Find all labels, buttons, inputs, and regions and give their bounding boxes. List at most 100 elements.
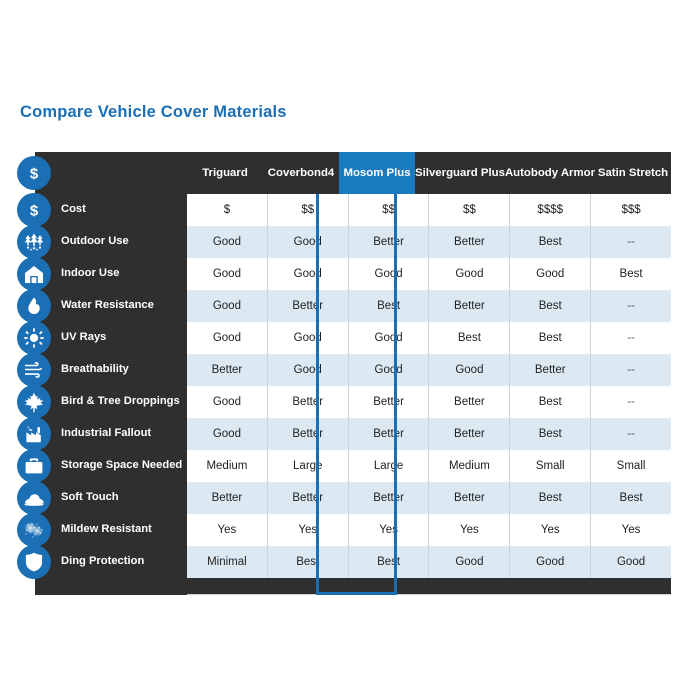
shield-icon [17, 545, 51, 579]
cell-5-2: Good [348, 354, 430, 386]
row-label-cell-8: Storage Space Needed [17, 449, 187, 483]
cell-7-5: -- [591, 418, 671, 450]
cell-6-5: -- [591, 386, 671, 418]
column-header-1[interactable]: Coverbond4 [263, 152, 340, 194]
row-label: Storage Space Needed [61, 459, 183, 472]
svg-text:$: $ [30, 203, 39, 220]
cell-0-1: $$ [267, 194, 349, 226]
cell-1-0: Good [187, 226, 268, 258]
cell-9-4: Best [510, 482, 592, 514]
cell-9-2: Better [348, 482, 430, 514]
water-drop-icon [17, 289, 51, 323]
cell-11-1: Best [267, 546, 349, 578]
storage-bag-icon [17, 449, 51, 483]
garage-home-icon [17, 257, 51, 291]
column-header-2[interactable]: Mosom Plus [339, 152, 416, 194]
cell-11-2: Best [348, 546, 430, 578]
factory-icon [17, 417, 51, 451]
table-bottom-edge [187, 594, 671, 595]
cell-1-1: Good [267, 226, 349, 258]
row-label: Cost [61, 203, 86, 216]
cell-0-2: $$ [348, 194, 430, 226]
cell-11-3: Good [429, 546, 511, 578]
table-row: Storage Space Needed Medium Large Large Medi… [17, 449, 671, 483]
table-row: Water Resistance Good Better Best Better Best… [17, 289, 671, 323]
cell-6-2: Better [348, 386, 430, 418]
cell-7-1: Better [267, 418, 349, 450]
cell-5-0: Better [187, 354, 268, 386]
cell-7-2: Better [348, 418, 430, 450]
cell-2-0: Good [187, 258, 268, 290]
cell-8-4: Small [510, 450, 592, 482]
cell-8-5: Small [591, 450, 671, 482]
cell-10-3: Yes [429, 514, 511, 546]
row-label-cell-4: UV Rays [17, 321, 187, 355]
table-corner-cell: $ [17, 152, 187, 194]
leaf-icon [17, 385, 51, 419]
cell-5-1: Good [267, 354, 349, 386]
table-row: Soft Touch Better Better Better Better Best Be… [17, 481, 671, 515]
cell-3-1: Better [267, 290, 349, 322]
cell-7-4: Best [510, 418, 592, 450]
trees-icon [17, 225, 51, 259]
sun-icon [17, 321, 51, 355]
column-header-4[interactable]: Autobody Armor [504, 152, 595, 194]
row-label: UV Rays [61, 331, 107, 344]
table-row: Bird & Tree Droppings Good Better Better Bet… [17, 385, 671, 419]
cell-1-3: Better [429, 226, 511, 258]
cell-6-4: Best [510, 386, 592, 418]
row-label: Breathability [61, 363, 129, 376]
cell-10-5: Yes [591, 514, 671, 546]
cell-10-2: Yes [348, 514, 430, 546]
cell-6-1: Better [267, 386, 349, 418]
cell-3-4: Best [510, 290, 592, 322]
table-body: $ Triguard Coverbond4 Mosom Plus Silverguard… [17, 152, 672, 579]
cell-8-2: Large [348, 450, 430, 482]
row-label-cell-11: Ding Protection [17, 545, 187, 579]
cell-10-4: Yes [510, 514, 592, 546]
cell-4-2: Good [348, 322, 430, 354]
cell-4-4: Best [510, 322, 592, 354]
cell-11-5: Good [591, 546, 671, 578]
row-label-cell-10: Mildew Resistant [17, 513, 187, 547]
cell-2-4: Good [510, 258, 592, 290]
row-label-cell-3: Water Resistance [17, 289, 187, 323]
table-row: Ding Protection Minimal Best Best Good Good Go… [17, 545, 671, 579]
page-title: Compare Vehicle Cover Materials [20, 103, 287, 121]
cell-3-0: Good [187, 290, 268, 322]
row-label-cell-2: Indoor Use [17, 257, 187, 291]
cell-3-3: Better [429, 290, 511, 322]
row-label: Indoor Use [61, 267, 120, 280]
cell-5-4: Better [510, 354, 592, 386]
row-label-cell-6: Bird & Tree Droppings [17, 385, 187, 419]
cell-0-3: $$ [429, 194, 511, 226]
wind-icon [17, 353, 51, 387]
cell-3-5: -- [591, 290, 671, 322]
cell-5-3: Good [429, 354, 511, 386]
row-label: Industrial Fallout [61, 427, 152, 440]
dollar-icon: $ [17, 193, 51, 227]
table-row: Breathability Better Good Good Good Better -- [17, 353, 671, 387]
cell-4-5: -- [591, 322, 671, 354]
cell-7-3: Better [429, 418, 511, 450]
cell-2-3: Good [429, 258, 511, 290]
cell-8-0: Medium [187, 450, 268, 482]
table-header-row: $ Triguard Coverbond4 Mosom Plus Silverguard… [17, 152, 672, 194]
cell-10-0: Yes [187, 514, 268, 546]
row-label: Mildew Resistant [61, 523, 152, 536]
column-header-3[interactable]: Silverguard Plus [415, 152, 505, 194]
cell-2-2: Good [348, 258, 430, 290]
cell-9-0: Better [187, 482, 268, 514]
table-row: Outdoor Use Good Good Better Better Best -- [17, 225, 671, 259]
column-header-0[interactable]: Triguard [187, 152, 264, 194]
table-row: Mildew Resistant Yes Yes Yes Yes Yes Yes [17, 513, 671, 547]
column-header-5[interactable]: Satin Stretch [595, 152, 672, 194]
row-label: Ding Protection [61, 555, 145, 568]
table-row: Indoor Use Good Good Good Good Good Best [17, 257, 671, 291]
dollar-icon: $ [17, 156, 51, 190]
cell-0-5: $$$ [591, 194, 671, 226]
cell-4-3: Best [429, 322, 511, 354]
cell-2-5: Best [591, 258, 671, 290]
cell-9-5: Best [591, 482, 671, 514]
mildew-texture-icon [17, 513, 51, 547]
